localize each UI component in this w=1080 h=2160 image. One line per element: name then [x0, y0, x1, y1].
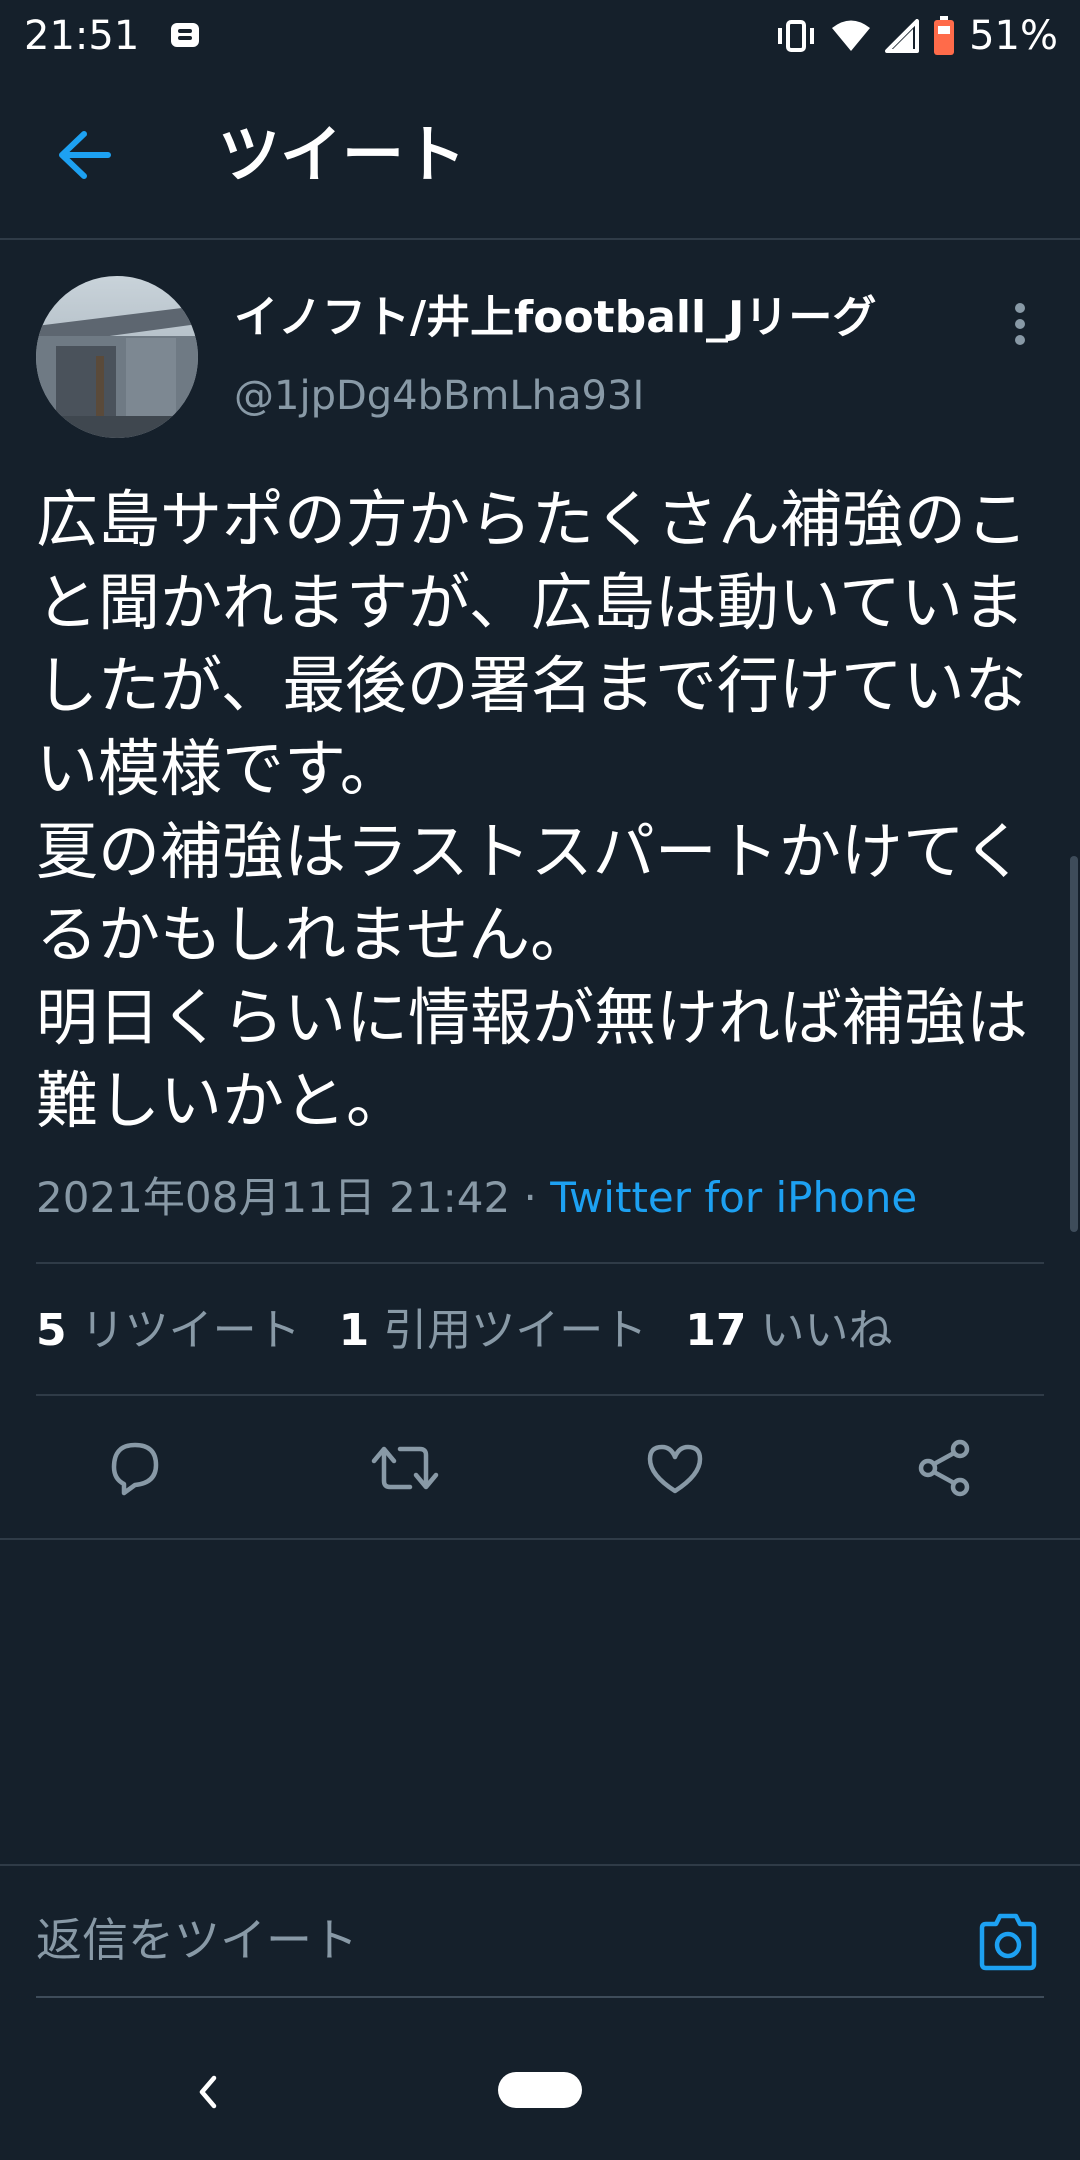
retweets-count: 5 — [36, 1305, 67, 1356]
reply-icon — [111, 1442, 159, 1496]
status-time: 21:51 — [24, 13, 140, 59]
reply-button[interactable] — [92, 1425, 178, 1511]
system-back-button[interactable] — [188, 2066, 228, 2118]
divider — [36, 1394, 1044, 1396]
tweet-meta: 2021年08月11日 21:42 · Twitter for iPhone — [36, 1170, 917, 1226]
heart-icon — [647, 1444, 703, 1494]
scrollbar[interactable] — [1070, 856, 1078, 1232]
quotes-label: 引用ツイート — [383, 1305, 648, 1356]
signal-icon — [885, 19, 920, 53]
retweet-icon — [371, 1446, 439, 1490]
divider — [36, 1262, 1044, 1264]
back-button[interactable] — [48, 122, 120, 188]
like-button[interactable] — [632, 1425, 718, 1511]
retweet-button[interactable] — [362, 1425, 448, 1511]
more-options-button[interactable] — [1000, 296, 1040, 352]
meta-separator: · — [523, 1173, 537, 1222]
divider — [0, 1538, 1080, 1540]
more-vertical-icon — [1015, 303, 1025, 345]
retweets-stat[interactable]: 5 リツイート — [36, 1302, 301, 1360]
share-button[interactable] — [902, 1425, 988, 1511]
status-bar: 21:51 51% — [0, 0, 1080, 72]
tweet-stats: 5 リツイート 1 引用ツイート 17 いいね — [36, 1302, 892, 1360]
system-home-pill[interactable] — [498, 2072, 582, 2108]
tweet-source-link[interactable]: Twitter for iPhone — [550, 1173, 917, 1222]
tweet-detail-screen: 21:51 51% ツイート イノフト/井上football_Jリーグ @1jp… — [0, 0, 1080, 2160]
quotes-count: 1 — [338, 1305, 370, 1356]
notification-icon — [170, 20, 200, 50]
chevron-left-icon — [199, 2075, 217, 2109]
user-handle[interactable]: @1jpDg4bBmLha93I — [234, 370, 644, 422]
battery-icon — [934, 16, 955, 55]
divider — [0, 1864, 1080, 1866]
likes-count: 17 — [685, 1305, 747, 1356]
tweet-action-bar — [0, 1425, 1080, 1511]
display-name[interactable]: イノフト/井上football_Jリーグ — [234, 290, 876, 346]
tweet-text: 広島サポの方からたくさん補強のこと聞かれますが、広島は動いていましたが、最後の署… — [36, 483, 1029, 1137]
share-icon — [918, 1439, 970, 1497]
retweets-label: リツイート — [80, 1305, 301, 1356]
reply-underline — [36, 1996, 1044, 1998]
camera-button[interactable] — [972, 1908, 1044, 1976]
likes-label: いいね — [760, 1305, 893, 1356]
arrow-left-icon — [59, 131, 111, 179]
vibrate-icon — [778, 20, 815, 52]
likes-stat[interactable]: 17 いいね — [685, 1302, 892, 1360]
camera-icon — [979, 1913, 1037, 1971]
avatar[interactable] — [36, 276, 198, 438]
page-title: ツイート — [218, 118, 467, 191]
tweet-timestamp: 2021年08月11日 21:42 — [36, 1173, 511, 1222]
top-app-bar: ツイート — [0, 72, 1080, 240]
wifi-icon — [832, 20, 871, 51]
reply-input[interactable]: 返信をツイート — [36, 1910, 358, 1970]
battery-percent: 51% — [969, 13, 1058, 59]
quotes-stat[interactable]: 1 引用ツイート — [339, 1302, 648, 1360]
status-icons: 51% — [775, 12, 1058, 60]
